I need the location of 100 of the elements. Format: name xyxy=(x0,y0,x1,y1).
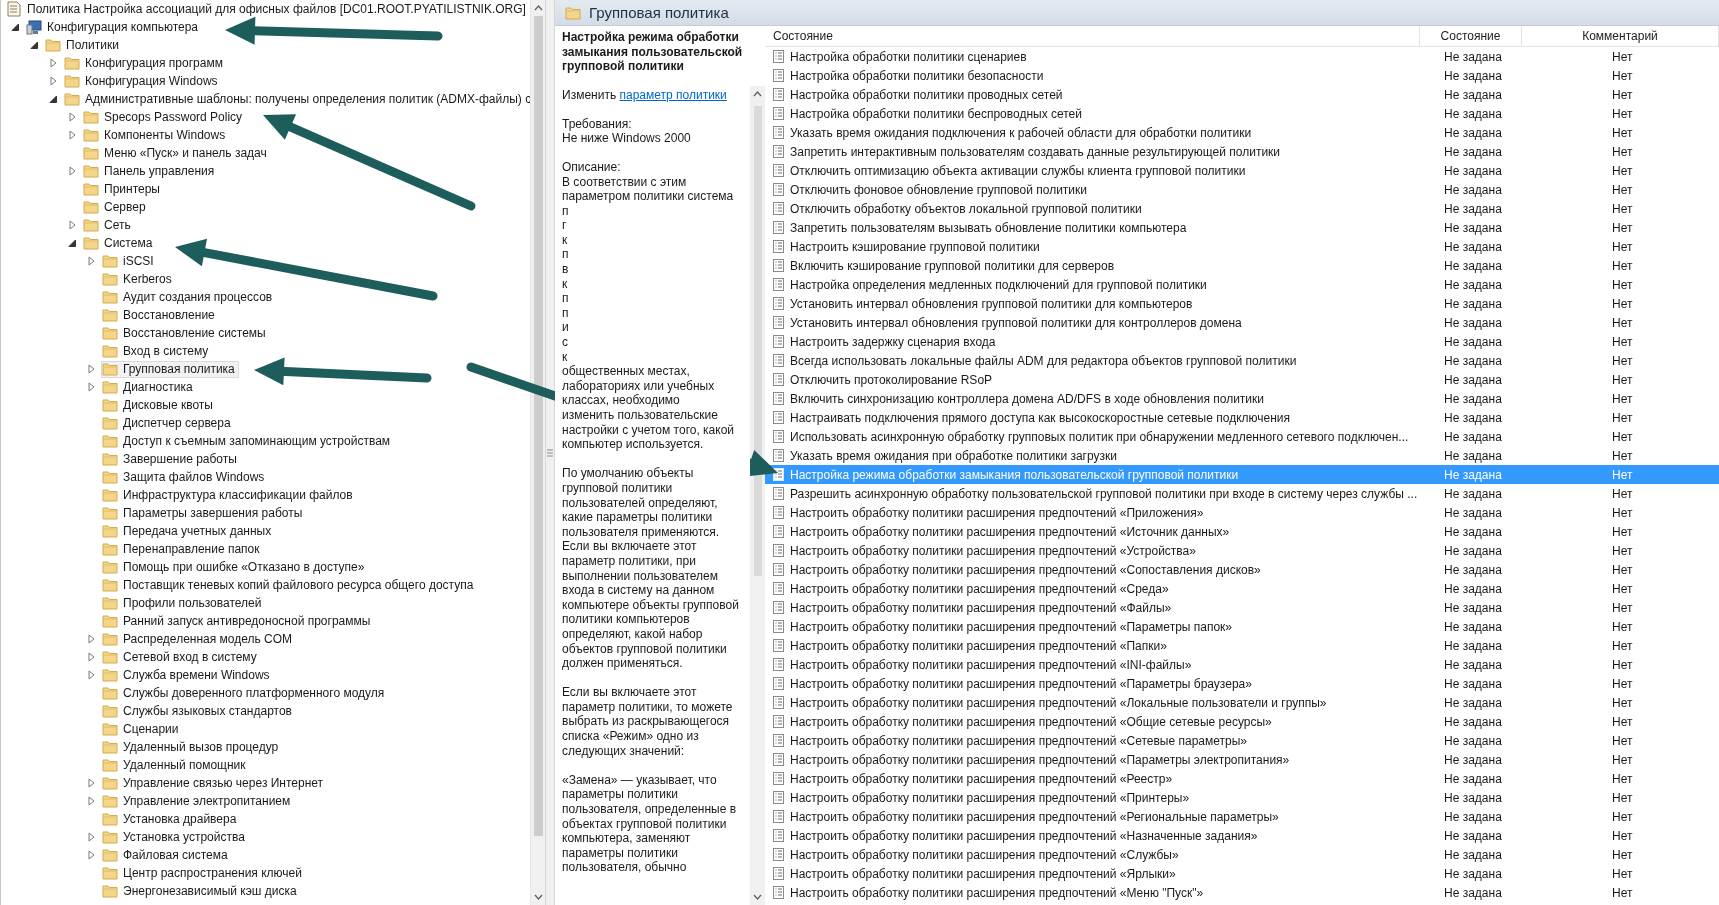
table-row[interactable]: Настроить обработку политики расширения предпочтений «Файлы» Не задана Нет xyxy=(765,598,1719,617)
tree-item[interactable]: Файловая система xyxy=(101,846,232,864)
tree-item[interactable]: Установка драйвера xyxy=(101,810,241,828)
tree-item[interactable]: Доступ к съемным запоминающим устройствам xyxy=(101,432,395,450)
table-row[interactable]: Настроить обработку политики расширения предпочтений «INI-файлы» Не задана Нет xyxy=(765,655,1719,674)
tree-item[interactable]: Сетевой вход в систему xyxy=(101,648,261,666)
table-row[interactable]: Указать время ожидания при обработке политики загрузки Не задана Нет xyxy=(765,446,1719,465)
tree-item[interactable]: Энергонезависимый кэш диска xyxy=(101,882,301,900)
table-row[interactable]: Настроить обработку политики расширения предпочтений «Источник данных» Не задана Нет xyxy=(765,522,1719,541)
table-row[interactable]: Настроить кэширование групповой политики Не задана Нет xyxy=(765,237,1719,256)
tree-item[interactable]: Службы языковых стандартов xyxy=(101,702,296,720)
scroll-down-icon[interactable] xyxy=(533,894,543,900)
tree-item[interactable]: Управление связью через Интернет xyxy=(101,774,328,792)
triangle-icon[interactable] xyxy=(29,40,39,50)
table-row[interactable]: Настроить обработку политики расширения предпочтений «Принтеры» Не задана Нет xyxy=(765,788,1719,807)
table-row[interactable]: Настроить обработку политики расширения предпочтений «Назначенные задания» Не задана Нет xyxy=(765,826,1719,845)
tree-item[interactable]: Завершение работы xyxy=(101,450,241,468)
tree-item[interactable]: Компоненты Windows xyxy=(82,126,230,144)
table-row[interactable]: Всегда использовать локальные файлы ADM для редактора объектов групповой политики Не задана Нет xyxy=(765,351,1719,370)
tree-item[interactable]: Службы доверенного платформенного модуля xyxy=(101,684,389,702)
tree-item[interactable]: Вход в систему xyxy=(101,342,213,360)
table-row[interactable]: Настройка обработки политики беспроводных сетей Не задана Нет xyxy=(765,104,1719,123)
tree-item[interactable]: Групповая политика xyxy=(101,360,239,378)
tree-item[interactable]: Перенаправление папок xyxy=(101,540,264,558)
tree-item[interactable]: Сеть xyxy=(82,216,135,234)
table-row[interactable]: Отключить оптимизацию объекта активации службы клиента групповой политики Не задана Нет xyxy=(765,161,1719,180)
tree-item[interactable]: Kerberos xyxy=(101,270,176,288)
table-row[interactable]: Запретить интерактивным пользователям создавать данные результирующей политики Не задана Нет xyxy=(765,142,1719,161)
tree-item[interactable]: Параметры завершения работы xyxy=(101,504,307,522)
tree-item[interactable]: Панель управления xyxy=(82,162,219,180)
tree-item[interactable]: Восстановление xyxy=(101,306,219,324)
scroll-up-icon[interactable] xyxy=(533,5,543,11)
table-row[interactable]: Включить синхронизацию контроллера домена AD/DFS в ходе обновления политики Не задана Нет xyxy=(765,389,1719,408)
table-row[interactable]: Настроить обработку политики расширения предпочтений «Сетевые параметры» Не задана Нет xyxy=(765,731,1719,750)
table-row[interactable]: Отключить фоновое обновление групповой политики Не задана Нет xyxy=(765,180,1719,199)
table-row[interactable]: Настроить обработку политики расширения предпочтений «Параметры электропитания» Не задана Нет xyxy=(765,750,1719,769)
table-row[interactable]: Настроить обработку политики расширения предпочтений «Общие сетевые ресурсы» Не задана Нет xyxy=(765,712,1719,731)
column-header[interactable]: Комментарий xyxy=(1522,26,1719,46)
table-row[interactable]: Настроить обработку политики расширения предпочтений «Меню "Пуск"» Не задана Нет xyxy=(765,883,1719,902)
tree-item[interactable]: Распределенная модель COM xyxy=(101,630,297,648)
scroll-up-icon[interactable] xyxy=(753,91,762,97)
tree-item[interactable]: Конфигурация компьютера xyxy=(25,18,203,36)
table-row[interactable]: Настроить обработку политики расширения предпочтений «Параметры папок» Не задана Нет xyxy=(765,617,1719,636)
triangle-icon[interactable] xyxy=(67,238,77,248)
table-row[interactable]: Разрешить асинхронную обработку пользовательской групповой политики при входе в систему через службы ... Не задана Нет xyxy=(765,484,1719,503)
column-header[interactable]: Состояние xyxy=(1420,26,1522,46)
table-row[interactable]: Настроить обработку политики расширения предпочтений «Среда» Не задана Нет xyxy=(765,579,1719,598)
table-row[interactable]: Настроить обработку политики расширения предпочтений «Приложения» Не задана Нет xyxy=(765,503,1719,522)
table-row[interactable]: Настроить обработку политики расширения предпочтений «Службы» Не задана Нет xyxy=(765,845,1719,864)
table-row[interactable]: Настройка определения медленных подключений для групповой политики Не задана Нет xyxy=(765,275,1719,294)
tree-item[interactable]: Защита файлов Windows xyxy=(101,468,269,486)
table-row[interactable]: Настроить обработку политики расширения предпочтений «Сопоставления дисков» Не задана Нет xyxy=(765,560,1719,579)
tree-item[interactable]: Административные шаблоны: получены определения политик (ADMX-файлы) с xyxy=(63,90,530,108)
tree-item[interactable]: Поставщик теневых копий файлового ресурса общего доступа xyxy=(101,576,478,594)
tree-item[interactable]: Диагностика xyxy=(101,378,197,396)
table-row[interactable]: Отключить протоколирование RSoP Не задана Нет xyxy=(765,370,1719,389)
tree-item[interactable]: Система xyxy=(82,234,157,252)
tree-item[interactable]: Служба времени Windows xyxy=(101,666,274,684)
scroll-down-icon[interactable] xyxy=(753,894,762,900)
tree-item[interactable]: Управление электропитанием xyxy=(101,792,295,810)
tree-item[interactable]: Передача учетных данных xyxy=(101,522,276,540)
table-row[interactable]: Использовать асинхронную обработку групповых политик при обнаружении медленного сетевого подключен... Не задана Нет xyxy=(765,427,1719,446)
policy-setting-link[interactable]: параметр политики xyxy=(619,87,727,102)
triangle-icon[interactable] xyxy=(10,22,20,32)
tree-item[interactable]: Политики xyxy=(44,36,123,54)
table-row[interactable]: Настраивать подключения прямого доступа как высокоскоростные сетевые подключения Не задана Нет xyxy=(765,408,1719,427)
tree-item[interactable]: Инфраструктура классификации файлов xyxy=(101,486,357,504)
tree-item[interactable]: Меню «Пуск» и панель задач xyxy=(82,144,271,162)
table-row[interactable]: Настройка обработки политики сценариев Не задана Нет xyxy=(765,47,1719,66)
tree-item[interactable]: Конфигурация программ xyxy=(63,54,227,72)
table-row[interactable]: Настройка обработки политики проводных сетей Не задана Нет xyxy=(765,85,1719,104)
table-row[interactable]: Установить интервал обновления групповой политики для компьютеров Не задана Нет xyxy=(765,294,1719,313)
tree-item[interactable]: Сервер xyxy=(82,198,150,216)
table-row[interactable]: Настроить обработку политики расширения предпочтений «Параметры браузера» Не задана Нет xyxy=(765,674,1719,693)
tree-item[interactable]: Удаленный помощник xyxy=(101,756,250,774)
triangle-icon[interactable] xyxy=(48,94,58,104)
vertical-scrollbar[interactable] xyxy=(750,86,765,905)
tree-item[interactable]: Помощь при ошибке «Отказано в доступе» xyxy=(101,558,369,576)
table-row[interactable]: Настроить задержку сценария входа Не задана Нет xyxy=(765,332,1719,351)
table-row[interactable]: Установить интервал обновления групповой политики для контроллеров домена Не задана Нет xyxy=(765,313,1719,332)
table-row[interactable]: Настроить обработку политики расширения предпочтений «Ярлыки» Не задана Нет xyxy=(765,864,1719,883)
vertical-scrollbar[interactable] xyxy=(530,0,545,905)
tree-item[interactable]: Восстановление системы xyxy=(101,324,270,342)
tree-item[interactable]: Центр распространения ключей xyxy=(101,864,306,882)
tree-item[interactable]: Specops Password Policy xyxy=(82,108,247,126)
table-row[interactable]: Настроить обработку политики расширения предпочтений «Региональные параметры» Не задана Нет xyxy=(765,807,1719,826)
table-row[interactable]: Включить кэширование групповой политики для серверов Не задана Нет xyxy=(765,256,1719,275)
table-row[interactable]: Отключить обработку объектов локальной групповой политики Не задана Нет xyxy=(765,199,1719,218)
tree-item[interactable]: Удаленный вызов процедур xyxy=(101,738,283,756)
table-row[interactable]: Указать время ожидания подключения к рабочей области для обработки политики Не задана Нет xyxy=(765,123,1719,142)
column-header[interactable]: Состояние xyxy=(765,26,1420,46)
tree-item[interactable]: Аудит создания процессов xyxy=(101,288,277,306)
tree-item[interactable]: Дисковые квоты xyxy=(101,396,217,414)
tree-item[interactable]: Конфигурация Windows xyxy=(63,72,222,90)
tree-item[interactable]: Ранний запуск антивредоносной программы xyxy=(101,612,375,630)
tree-item[interactable]: Сценарии xyxy=(101,720,183,738)
tree-item[interactable]: Профили пользователей xyxy=(101,594,266,612)
table-row[interactable]: Настроить обработку политики расширения предпочтений «Реестр» Не задана Нет xyxy=(765,769,1719,788)
table-row[interactable]: Настроить обработку политики расширения предпочтений «Устройства» Не задана Нет xyxy=(765,541,1719,560)
table-row[interactable]: Запретить пользователям вызывать обновление политики компьютера Не задана Нет xyxy=(765,218,1719,237)
